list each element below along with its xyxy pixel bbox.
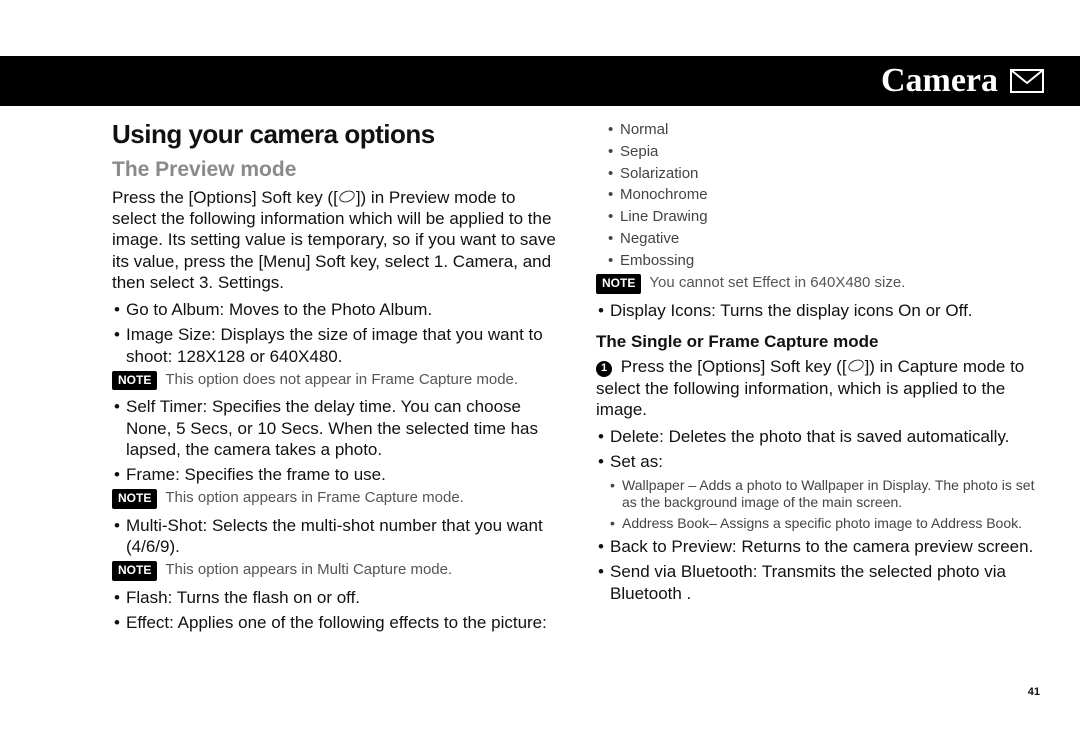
note-text: This option appears in Multi Capture mod… [165,561,452,580]
page-heading: Using your camera options [112,118,560,151]
list-item: Image Size: Displays the size of image t… [112,324,560,367]
list-item: Go to Album: Moves to the Photo Album. [112,299,560,320]
note-row: NOTE This option does not appear in Fram… [112,371,560,391]
left-column: Using your camera options The Preview mo… [112,118,560,712]
step1-text-a: Press the [Options] Soft key ([ [621,357,847,376]
page-number: 41 [1028,686,1040,698]
list-item: Negative [606,230,1044,249]
content-area: Using your camera options The Preview mo… [112,118,1044,712]
list-item: Address Book– Assigns a specific photo i… [610,515,1044,533]
list-item: Delete: Deletes the photo that is saved … [596,426,1044,447]
options-list-right-1: Display Icons: Turns the display icons O… [596,300,1044,321]
list-item: Multi-Shot: Selects the multi-shot numbe… [112,515,560,558]
list-item: Effect: Applies one of the following eff… [112,612,560,633]
options-list-left-3: Multi-Shot: Selects the multi-shot numbe… [112,515,560,558]
list-item: Line Drawing [606,208,1044,227]
section-heading-preview: The Preview mode [112,157,560,183]
softkey-icon [846,358,865,374]
options-list-right-2: Delete: Deletes the photo that is saved … [596,426,1044,604]
note-row: NOTE This option appears in Multi Captur… [112,561,560,581]
note-text: You cannot set Effect in 640X480 size. [649,274,905,293]
options-list-left: Go to Album: Moves to the Photo Album. I… [112,299,560,367]
note-row: NOTE This option appears in Frame Captur… [112,489,560,509]
options-list-left-4: Flash: Turns the flash on or off. Effect… [112,587,560,634]
intro-text-a: Press the [Options] Soft key ([ [112,188,338,207]
list-item: Back to Preview: Returns to the camera p… [596,536,1044,557]
note-badge: NOTE [112,489,157,509]
list-item: Embossing [606,252,1044,271]
envelope-icon [1010,67,1044,95]
list-item: Send via Bluetooth: Transmits the select… [596,561,1044,604]
list-item: Monochrome [606,186,1044,205]
note-badge: NOTE [112,371,157,391]
options-list-left-2: Self Timer: Specifies the delay time. Yo… [112,396,560,485]
effects-list: Normal Sepia Solarization Monochrome Lin… [606,121,1044,270]
note-badge: NOTE [596,274,641,294]
right-column: Normal Sepia Solarization Monochrome Lin… [596,118,1044,712]
list-item: Set as: Wallpaper – Adds a photo to Wall… [596,451,1044,532]
list-item: Solarization [606,165,1044,184]
list-item: Frame: Specifies the frame to use. [112,464,560,485]
setas-label: Set as: [610,452,663,471]
list-item: Wallpaper – Adds a photo to Wallpaper in… [610,477,1044,512]
manual-page: Camera Using your camera options The Pre… [0,0,1080,752]
note-text: This option appears in Frame Capture mod… [165,489,463,508]
step-number-1: 1 [596,361,612,377]
softkey-icon [337,188,356,204]
subheading-capture-mode: The Single or Frame Capture mode [596,331,1044,352]
list-item: Display Icons: Turns the display icons O… [596,300,1044,321]
list-item: Sepia [606,143,1044,162]
list-item: Self Timer: Specifies the delay time. Yo… [112,396,560,460]
capture-step-1: 1 Press the [Options] Soft key ([]) in C… [596,356,1044,420]
intro-paragraph: Press the [Options] Soft key ([]) in Pre… [112,187,560,293]
chapter-title: Camera [881,62,998,100]
chapter-header-band: Camera [0,56,1080,106]
note-badge: NOTE [112,561,157,581]
note-row: NOTE You cannot set Effect in 640X480 si… [596,274,1044,294]
note-text: This option does not appear in Frame Cap… [165,371,518,390]
setas-sublist: Wallpaper – Adds a photo to Wallpaper in… [610,477,1044,533]
list-item: Flash: Turns the flash on or off. [112,587,560,608]
list-item: Normal [606,121,1044,140]
